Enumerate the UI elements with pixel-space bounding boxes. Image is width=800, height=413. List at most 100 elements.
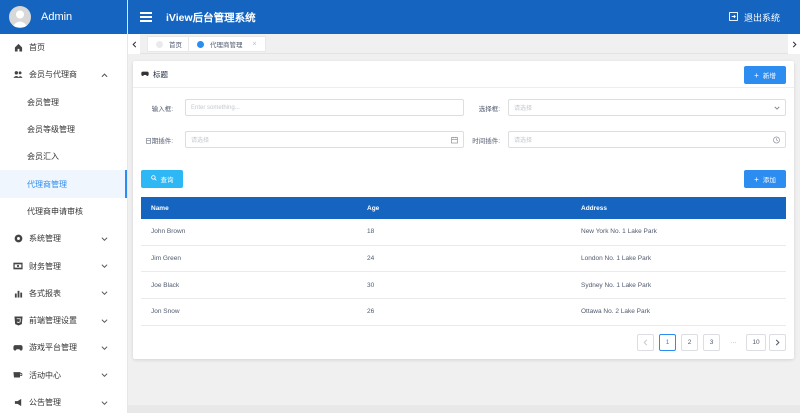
tab-close-icon[interactable]: ×: [253, 41, 257, 48]
menu-item-label: 会员等级管理: [27, 125, 75, 135]
prev-page-button[interactable]: [637, 334, 654, 351]
content-card: 标题 + 新增 输入框: Enter something... 选择框: 请选择…: [133, 61, 794, 359]
menu-item-announcements[interactable]: 公告管理: [0, 389, 127, 413]
card-title: 标题: [153, 69, 168, 79]
table-row[interactable]: Jon Snow 26 Ottawa No. 2 Lake Park: [141, 299, 786, 326]
add-new-button[interactable]: + 新增: [744, 66, 786, 84]
menu-item-member-management[interactable]: 会员管理: [0, 89, 127, 116]
table-row[interactable]: Joe Black 30 Sydney No. 1 Lake Park: [141, 272, 786, 300]
tab-scroll-left-icon[interactable]: [128, 34, 140, 54]
page-button-1[interactable]: 1: [659, 334, 676, 351]
chevron-down-icon: [101, 343, 108, 352]
data-table: Name Age Address John Brown 18 New York …: [141, 197, 786, 326]
select-label: 选择框:: [478, 106, 500, 113]
cell-address: Ottawa No. 2 Lake Park: [581, 308, 651, 316]
cell-name: John Brown: [151, 228, 186, 236]
sidebar: Admin 首页 会员与代理商 会员管理 会员等级管理 会员汇入 代理商管理 代…: [0, 0, 128, 413]
calendar-icon: [451, 136, 458, 143]
cell-age: 24: [367, 255, 375, 263]
menu-item-agent-review[interactable]: 代理商申请审核: [0, 198, 127, 225]
column-header-age[interactable]: Age: [357, 205, 571, 212]
text-input-placeholder: Enter something...: [191, 104, 240, 111]
users-icon: [13, 70, 23, 80]
chevron-down-icon: [101, 289, 108, 298]
menu-toggle-icon[interactable]: [140, 12, 152, 22]
menu-item-member-import[interactable]: 会员汇入: [0, 143, 127, 170]
tab-scroll-right-icon[interactable]: [788, 34, 800, 54]
menu-item-label: 活动中心: [29, 370, 61, 380]
menu-item-label: 首页: [29, 43, 45, 53]
avatar[interactable]: [9, 6, 31, 28]
admin-name: Admin: [41, 11, 73, 23]
home-icon: [13, 43, 23, 53]
menu-item-reports[interactable]: 各式报表: [0, 280, 127, 307]
menu-item-system[interactable]: 系统管理: [0, 225, 127, 252]
menu-item-label: 会员管理: [27, 97, 59, 107]
tab-status-dot: [197, 40, 204, 48]
column-header-address[interactable]: Address: [571, 205, 786, 212]
tab-bar: 首页 代理商管理 ×: [128, 34, 800, 54]
chevron-down-icon: [101, 398, 108, 407]
chevron-down-icon: [101, 371, 108, 380]
cell-address: London No. 1 Lake Park: [581, 255, 652, 263]
tab-agent-management[interactable]: 代理商管理 ×: [188, 36, 266, 52]
text-input[interactable]: Enter something...: [185, 99, 464, 116]
chevron-up-icon: [101, 70, 108, 79]
menu-item-members-agents[interactable]: 会员与代理商: [0, 61, 127, 88]
menu-item-member-levels[interactable]: 会员等级管理: [0, 116, 127, 143]
megaphone-icon: [13, 398, 23, 408]
coffee-icon: [13, 370, 23, 380]
menu-item-agent-management[interactable]: 代理商管理: [0, 170, 127, 199]
clock-icon: [773, 136, 780, 143]
page-button-3[interactable]: 3: [703, 334, 720, 351]
menu-item-activity-center[interactable]: 活动中心: [0, 362, 127, 389]
menu-item-frontend-settings[interactable]: 前端管理设置: [0, 307, 127, 334]
query-button[interactable]: 查询: [141, 170, 183, 188]
tab-label: 首页: [169, 42, 182, 49]
table-row[interactable]: Jim Green 24 London No. 1 Lake Park: [141, 246, 786, 273]
page-ellipsis[interactable]: ···: [725, 334, 742, 351]
cell-age: 26: [367, 308, 375, 316]
date-label: 日期插件:: [145, 138, 173, 145]
cell-name: Jim Green: [151, 255, 181, 263]
html5-icon: [13, 316, 23, 326]
add-button[interactable]: + 添加: [744, 170, 786, 188]
menu-item-home[interactable]: 首页: [0, 34, 127, 61]
chevron-down-icon: [101, 262, 108, 271]
page-button-last[interactable]: 10: [746, 334, 766, 351]
input-label: 输入框:: [151, 106, 173, 113]
menu-item-label: 会员汇入: [27, 152, 59, 162]
logout-button[interactable]: 退出系统: [729, 0, 780, 34]
select-dropdown[interactable]: 请选择: [508, 99, 786, 116]
finance-icon: [13, 261, 23, 271]
card-header: 标题: [133, 61, 794, 88]
cell-name: Joe Black: [151, 281, 180, 289]
menu-item-label: 各式报表: [29, 288, 61, 298]
select-placeholder: 请选择: [514, 106, 533, 112]
cell-name: Jon Snow: [151, 308, 180, 316]
menu-item-label: 公告管理: [29, 398, 61, 407]
plus-icon: +: [754, 70, 759, 80]
chevron-down-icon: [774, 106, 780, 110]
gamepad-icon: [141, 70, 149, 79]
chevron-down-icon: [101, 234, 108, 243]
time-placeholder: 请选择: [514, 138, 533, 144]
menu-item-finance[interactable]: 财务管理: [0, 252, 127, 279]
cell-age: 18: [367, 228, 375, 236]
app-title: iView后台管理系统: [166, 11, 256, 24]
date-picker[interactable]: 请选择: [185, 131, 464, 148]
tab-status-dot: [156, 40, 163, 48]
next-page-button[interactable]: [769, 334, 786, 351]
menu-item-game-platform[interactable]: 游戏平台管理: [0, 334, 127, 361]
page-button-2[interactable]: 2: [681, 334, 698, 351]
sidebar-header: Admin: [0, 0, 127, 34]
table-row[interactable]: John Brown 18 New York No. 1 Lake Park: [141, 219, 786, 246]
time-picker[interactable]: 请选择: [508, 131, 786, 148]
column-header-name[interactable]: Name: [141, 205, 357, 212]
horizontal-scrollbar[interactable]: [128, 405, 800, 413]
logout-label: 退出系统: [743, 12, 780, 23]
tab-label: 代理商管理: [210, 42, 243, 49]
tab-home[interactable]: 首页: [147, 36, 191, 52]
menu-item-label: 系统管理: [29, 234, 61, 244]
chevron-down-icon: [101, 316, 108, 325]
